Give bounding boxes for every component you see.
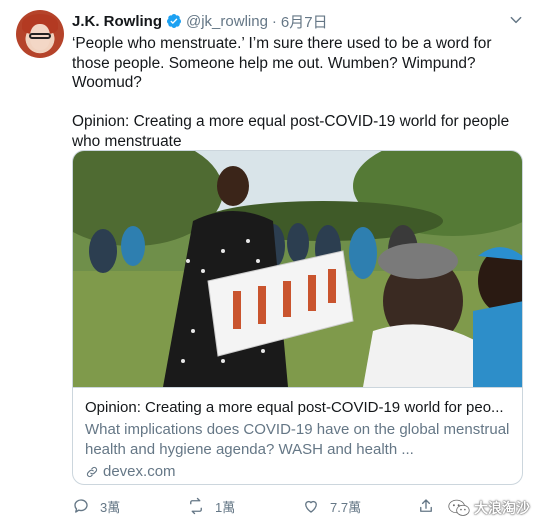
retweet-icon <box>190 497 202 515</box>
verified-badge-icon <box>166 14 181 28</box>
card-domain-text[interactable]: devex.com <box>103 462 176 482</box>
wechat-icon <box>448 499 470 516</box>
share-icon <box>420 499 432 512</box>
card-description: What implications does COVID-19 have on … <box>85 421 510 458</box>
watermark-text: 大浪淘沙 <box>474 500 530 516</box>
link-icon <box>86 466 98 478</box>
reply-button[interactable]: 3萬 <box>72 497 187 516</box>
reply-count: 3萬 <box>100 499 121 515</box>
author-name[interactable]: J.K. Rowling <box>72 13 162 30</box>
like-count: 7.7萬 <box>330 499 362 515</box>
chevron-down-icon[interactable] <box>508 12 524 28</box>
heart-icon <box>305 500 317 513</box>
card-body[interactable]: Opinion: Creating a more equal post-COVI… <box>73 387 522 484</box>
tweet-paragraph: Opinion: Creating a more equal post-COVI… <box>72 113 510 150</box>
tweet-date[interactable]: 6月7日 <box>281 11 328 32</box>
watermark: 大浪淘沙 <box>448 498 530 518</box>
tweet-paragraph: ‘People who menstruate.’ I’m sure there … <box>72 35 492 91</box>
card-image[interactable] <box>73 151 523 387</box>
tweet[interactable]: J.K. Rowling @jk_rowling · 6月7日 ‘People … <box>0 0 540 526</box>
author-handle[interactable]: @jk_rowling <box>186 13 268 30</box>
card-title[interactable]: Opinion: Creating a more equal post-COVI… <box>85 398 512 418</box>
retweet-count: 1萬 <box>215 499 236 515</box>
card-domain[interactable]: devex.com <box>85 462 512 482</box>
reply-icon <box>74 499 88 513</box>
avatar[interactable] <box>16 10 64 58</box>
like-button[interactable]: 7.7萬 <box>302 497 417 516</box>
tweet-header: J.K. Rowling @jk_rowling · 6月7日 <box>72 10 328 32</box>
header-separator: · <box>271 12 277 30</box>
avatar-glasses <box>29 33 51 39</box>
link-preview-card[interactable]: Opinion: Creating a more equal post-COVI… <box>72 150 523 485</box>
retweet-button[interactable]: 1萬 <box>187 497 302 516</box>
